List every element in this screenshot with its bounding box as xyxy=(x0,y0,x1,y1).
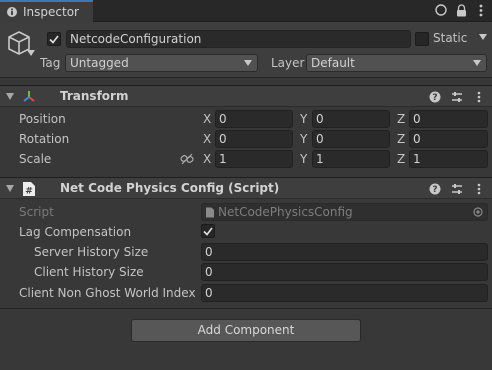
layer-label: Layer xyxy=(271,56,305,70)
client-non-ghost-world-index-label: Client Non Ghost World Index xyxy=(19,286,196,300)
script-file-icon xyxy=(206,207,214,218)
foldout-arrow-icon[interactable] xyxy=(6,185,14,192)
physics-config-header[interactable]: # Net Code Physics Config (Script) ? xyxy=(0,177,492,199)
script-label: Script xyxy=(19,205,54,219)
server-history-size-label: Server History Size xyxy=(34,245,149,259)
static-label: Static xyxy=(433,31,468,45)
client-history-size-field[interactable]: 0 xyxy=(201,263,488,281)
presets-button[interactable] xyxy=(450,182,464,196)
scale-label: Scale xyxy=(19,152,52,166)
script-value: NetCodePhysicsConfig xyxy=(218,205,353,219)
chevron-down-icon xyxy=(473,60,481,66)
lag-compensation-checkbox[interactable] xyxy=(201,224,215,238)
svg-text:?: ? xyxy=(432,185,437,195)
scale-x-field[interactable]: 1 xyxy=(215,150,293,168)
help-button[interactable]: ? xyxy=(428,90,442,104)
svg-text:#: # xyxy=(25,187,33,197)
client-history-size-label: Client History Size xyxy=(34,265,144,279)
position-z-field[interactable]: 0 xyxy=(409,110,488,128)
scale-x-axis-label: X xyxy=(203,152,212,166)
add-component-button[interactable]: Add Component xyxy=(131,319,361,342)
object-picker-icon[interactable] xyxy=(473,207,483,217)
script-reference-field[interactable]: NetCodePhysicsConfig xyxy=(201,203,488,221)
active-checkbox[interactable] xyxy=(47,32,61,46)
tag-label: Tag xyxy=(40,56,61,70)
client-non-ghost-world-index-field[interactable]: 0 xyxy=(201,284,488,302)
circle-icon xyxy=(435,4,447,16)
position-x-field[interactable]: 0 xyxy=(215,110,293,128)
static-checkbox[interactable] xyxy=(415,32,429,46)
tab-strip: Inspector xyxy=(0,0,492,22)
position-label: Position xyxy=(19,112,66,126)
layer-dropdown[interactable]: Default xyxy=(306,54,487,72)
scale-z-field[interactable]: 1 xyxy=(409,150,488,168)
rotation-z-axis-label: Z xyxy=(397,132,406,146)
rotation-x-axis-label: X xyxy=(203,132,212,146)
constrain-proportions-icon[interactable] xyxy=(180,153,194,165)
layer-value: Default xyxy=(311,56,355,70)
checkmark-icon xyxy=(203,227,213,236)
scale-z-axis-label: Z xyxy=(397,152,406,166)
presets-icon xyxy=(452,184,462,194)
more-icon xyxy=(477,183,481,195)
help-icon: ? xyxy=(429,91,441,103)
lock-icon xyxy=(456,3,466,16)
position-z-axis-label: Z xyxy=(397,112,406,126)
help-button[interactable]: ? xyxy=(428,182,442,196)
help-icon: ? xyxy=(429,183,441,195)
components-divider xyxy=(0,308,492,309)
more-options-button[interactable] xyxy=(474,3,488,17)
checkmark-icon xyxy=(49,35,59,44)
server-history-size-field[interactable]: 0 xyxy=(201,243,488,261)
info-icon xyxy=(7,7,17,17)
transform-title: Transform xyxy=(60,89,129,103)
transform-header[interactable]: Transform ? xyxy=(0,85,492,107)
gameobject-header: NetcodeConfiguration Static Tag Untagged… xyxy=(0,22,492,78)
tag-value: Untagged xyxy=(70,56,129,70)
object-name-field[interactable]: NetcodeConfiguration xyxy=(66,30,411,48)
tab-inspector[interactable]: Inspector xyxy=(0,0,93,22)
rotation-label: Rotation xyxy=(19,132,70,146)
position-y-field[interactable]: 0 xyxy=(312,110,390,128)
physics-config-title: Net Code Physics Config (Script) xyxy=(60,181,280,195)
transform-axes-icon xyxy=(23,91,35,102)
foldout-arrow-icon[interactable] xyxy=(6,93,14,100)
rotation-x-field[interactable]: 0 xyxy=(215,130,293,148)
presets-icon xyxy=(452,92,462,102)
scale-y-axis-label: Y xyxy=(300,152,308,166)
svg-text:?: ? xyxy=(432,93,437,103)
tab-title: Inspector xyxy=(23,5,79,19)
script-hash-icon: # xyxy=(23,182,35,197)
tag-dropdown[interactable]: Untagged xyxy=(65,54,258,72)
rotation-z-field[interactable]: 0 xyxy=(409,130,488,148)
rotation-y-axis-label: Y xyxy=(300,132,308,146)
toggle-window-button[interactable] xyxy=(434,3,448,17)
more-icon xyxy=(479,4,483,16)
scale-y-field[interactable]: 1 xyxy=(312,150,390,168)
static-dropdown-icon[interactable] xyxy=(478,32,488,42)
presets-button[interactable] xyxy=(450,90,464,104)
position-y-axis-label: Y xyxy=(300,112,308,126)
chevron-down-icon xyxy=(244,60,252,66)
component-menu-button[interactable] xyxy=(472,182,486,196)
position-x-axis-label: X xyxy=(203,112,212,126)
lock-button[interactable] xyxy=(454,3,468,17)
lag-compensation-label: Lag Compensation xyxy=(19,225,132,239)
icon-dropdown-arrow-icon[interactable] xyxy=(27,50,35,56)
rotation-y-field[interactable]: 0 xyxy=(312,130,390,148)
component-menu-button[interactable] xyxy=(472,90,486,104)
more-icon xyxy=(477,91,481,103)
